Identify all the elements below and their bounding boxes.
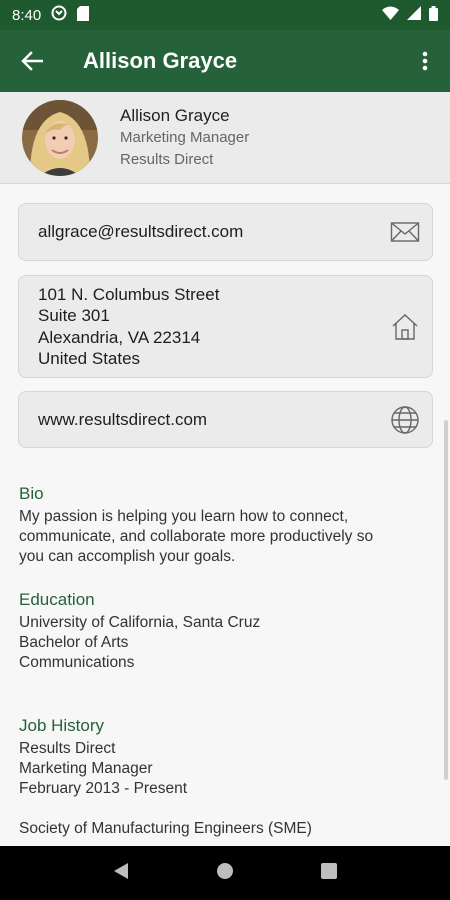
home-icon <box>390 312 420 342</box>
education-heading: Education <box>19 590 95 609</box>
education-major: Communications <box>19 654 135 671</box>
bio-line: communicate, and collaborate more produc… <box>19 528 374 545</box>
bio-section: Bio My passion is helping you learn how … <box>19 484 429 567</box>
battery-icon <box>429 5 438 25</box>
nav-home-button[interactable] <box>216 862 234 885</box>
status-time: 8:40 <box>12 6 42 24</box>
profile-company: Results Direct <box>120 150 214 168</box>
app-bar: Allison Grayce <box>0 30 450 92</box>
square-recents-icon <box>320 862 337 879</box>
mail-icon <box>390 217 420 247</box>
email-card[interactable]: allgrace@resultsdirect.com <box>18 203 433 261</box>
address-line-2: Suite 301 <box>38 306 110 325</box>
website-card[interactable]: www.resultsdirect.com <box>18 391 433 448</box>
address-line-3: Alexandria, VA 22314 <box>38 327 201 347</box>
profile-header: Allison Grayce Marketing Manager Results… <box>0 92 450 184</box>
email-value: allgrace@resultsdirect.com <box>38 222 244 241</box>
arrow-back-icon <box>21 51 43 71</box>
bio-line: My passion is helping you learn how to c… <box>19 508 349 525</box>
bio-line: you can accomplish your goals. <box>19 548 236 565</box>
job-company: Results Direct <box>19 740 116 757</box>
address-line-4: United States <box>38 349 141 368</box>
more-vertical-icon <box>422 51 428 71</box>
job-role: Marketing Manager <box>19 760 153 777</box>
overflow-menu-button[interactable] <box>400 30 450 92</box>
profile-name: Allison Grayce <box>120 105 230 125</box>
page-title: Allison Grayce <box>83 48 238 73</box>
profile-job-title: Marketing Manager <box>120 128 250 146</box>
job-history-heading: Job History <box>19 716 105 735</box>
back-button[interactable] <box>0 30 64 92</box>
avatar[interactable] <box>22 99 98 176</box>
address-card[interactable]: 101 N. Columbus Street Suite 301 Alexand… <box>18 275 433 378</box>
job-company: Society of Manufacturing Engineers (SME) <box>19 820 312 837</box>
nav-back-button[interactable] <box>113 862 129 885</box>
website-value: www.resultsdirect.com <box>38 409 208 429</box>
sim-card-icon <box>77 5 90 25</box>
education-section: Education University of California, Sant… <box>19 590 429 673</box>
job-history-section: Job History Results Direct Marketing Man… <box>19 716 429 839</box>
wifi-icon <box>382 6 399 24</box>
scrollbar[interactable] <box>444 420 448 780</box>
job-dates: February 2013 - Present <box>19 780 188 797</box>
address-line-1: 101 N. Columbus Street <box>38 284 220 304</box>
status-bar: 8:40 <box>0 0 450 30</box>
education-school: University of California, Santa Cruz <box>19 614 261 631</box>
system-nav-bar <box>0 846 450 900</box>
nav-recents-button[interactable] <box>320 862 337 884</box>
bio-heading: Bio <box>19 484 44 503</box>
globe-icon <box>390 405 420 435</box>
circle-home-icon <box>216 862 233 879</box>
signal-icon <box>407 6 421 24</box>
education-degree: Bachelor of Arts <box>19 634 129 651</box>
sync-icon <box>51 5 67 25</box>
triangle-back-icon <box>114 862 129 879</box>
